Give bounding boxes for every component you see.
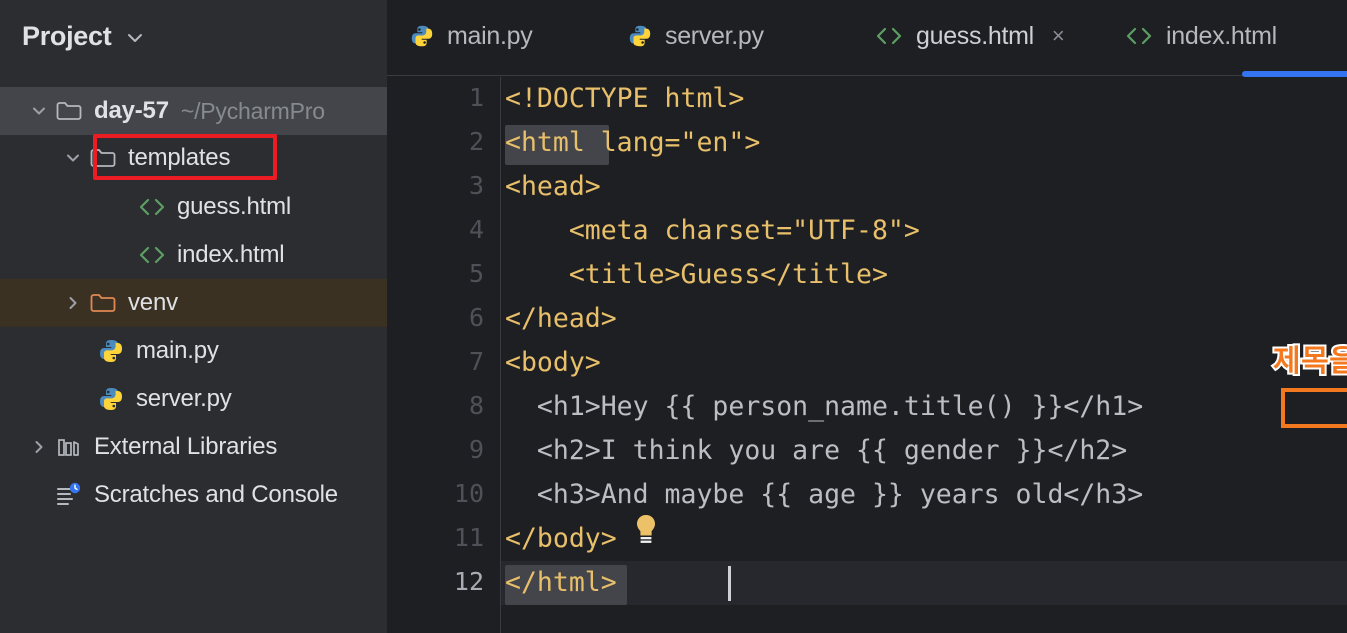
tree-item-main-py[interactable]: main.py <box>0 327 387 375</box>
html-file-icon <box>1124 25 1154 47</box>
line-number: 10 <box>453 479 484 508</box>
code-text: <meta charset="UTF-8"> <box>505 215 920 246</box>
page-title: Project <box>22 20 112 51</box>
line-number: 4 <box>468 215 484 244</box>
tree-item-label: venv <box>128 289 178 316</box>
code-line-9[interactable]: <h2>I think you are {{ gender }}</h2> <box>500 429 1347 473</box>
code-text: <!DOCTYPE html> <box>505 83 745 114</box>
code-text: <h3>And maybe {{ age }} years old</h3> <box>505 479 1144 510</box>
tree-item-label: guess.html <box>177 193 292 220</box>
project-panel-header[interactable]: Project <box>0 0 387 72</box>
code-text: <body> <box>505 347 601 378</box>
korean-annotation-note: 제목을 대문자로 변경 <box>1271 342 1347 381</box>
tab-label: index.html <box>1166 21 1277 50</box>
tree-item-label: main.py <box>136 337 219 364</box>
tree-item-venv[interactable]: venv <box>0 279 387 327</box>
editor-area: main.py server.py guess.html × index.htm… <box>387 0 1347 633</box>
line-number-current: 12 <box>453 567 484 596</box>
line-number-gutter: 1 2 3 4 5 6 7 8 9 10 11 12 <box>387 77 500 633</box>
line-number: 6 <box>468 303 484 332</box>
line-number: 5 <box>468 259 484 288</box>
code-line-11[interactable]: </body> <box>500 517 1347 561</box>
pycharm-window: Project day-57 ~/PycharmPro templates gu… <box>0 0 1347 633</box>
line-number: 2 <box>468 127 484 156</box>
code-line-7[interactable]: <body> <box>500 341 1347 385</box>
python-file-icon <box>94 384 128 414</box>
tree-item-external-libraries[interactable]: External Libraries <box>0 423 387 471</box>
tab-label: guess.html <box>916 21 1034 50</box>
tree-item-scratches-and-consoles[interactable]: Scratches and Console <box>0 471 387 519</box>
chevron-down-icon[interactable] <box>60 145 86 171</box>
code-text: <html lang="en"> <box>505 127 761 158</box>
code-line-10[interactable]: <h3>And maybe {{ age }} years old</h3> <box>500 473 1347 517</box>
python-file-icon <box>627 23 653 49</box>
python-file-icon <box>409 23 435 49</box>
code-line-8[interactable]: <h1>Hey {{ person_name.title() }}</h1> <box>500 385 1347 429</box>
line-number: 3 <box>468 171 484 200</box>
close-icon[interactable]: × <box>1052 25 1065 47</box>
lightbulb-icon[interactable] <box>633 513 659 547</box>
code-line-3[interactable]: <head> <box>500 165 1347 209</box>
code-line-1[interactable]: <!DOCTYPE html> <box>500 77 1347 121</box>
code-text: </html> <box>505 567 617 598</box>
code-line-6[interactable]: </head> <box>500 297 1347 341</box>
chevron-down-icon[interactable] <box>125 28 145 48</box>
python-file-icon <box>94 336 128 366</box>
html-file-icon <box>135 192 169 222</box>
chevron-right-icon[interactable] <box>26 434 52 460</box>
code-text: <title>Guess</title> <box>505 259 888 290</box>
line-number: 8 <box>468 391 484 420</box>
line-number: 9 <box>468 435 484 464</box>
text-caret <box>728 566 731 601</box>
code-text: <h1>Hey {{ person_name.title() }}</h1> <box>505 391 1144 422</box>
tree-item-label: day-57 <box>94 97 169 124</box>
tree-item-server-py[interactable]: server.py <box>0 375 387 423</box>
tree-item-day-57[interactable]: day-57 ~/PycharmPro <box>0 87 387 135</box>
folder-icon <box>52 96 86 126</box>
tab-index-html[interactable]: index.html <box>1124 0 1277 72</box>
code-text: <h2>I think you are {{ gender }}</h2> <box>505 435 1128 466</box>
folder-icon <box>86 143 120 173</box>
tree-item-label: Scratches and Console <box>94 481 338 508</box>
tree-item-index-html[interactable]: index.html <box>0 231 387 279</box>
tree-item-label: External Libraries <box>94 433 278 460</box>
project-sidebar: Project day-57 ~/PycharmPro templates gu… <box>0 0 387 633</box>
code-line-12[interactable]: </html> <box>500 561 1347 605</box>
editor-tab-bar: main.py server.py guess.html × index.htm… <box>387 0 1347 77</box>
tab-guess-html[interactable]: guess.html × <box>874 0 1065 72</box>
libraries-icon <box>52 432 86 462</box>
html-file-icon <box>135 240 169 270</box>
code-line-2[interactable]: <html lang="en"> <box>500 121 1347 165</box>
tree-item-guess-html[interactable]: guess.html <box>0 183 387 231</box>
tree-item-templates[interactable]: templates <box>0 134 387 182</box>
code-line-5[interactable]: <title>Guess</title> <box>500 253 1347 297</box>
tree-item-label: templates <box>128 144 231 171</box>
tab-bar-divider <box>387 75 1347 76</box>
code-line-4[interactable]: <meta charset="UTF-8"> <box>500 209 1347 253</box>
code-text: <head> <box>505 171 601 202</box>
tab-server-py[interactable]: server.py <box>627 0 764 72</box>
tree-item-label: index.html <box>177 241 285 268</box>
code-text: </body> <box>505 523 617 554</box>
tree-item-path: ~/PycharmPro <box>180 97 325 124</box>
tab-label: server.py <box>665 21 764 50</box>
tab-main-py[interactable]: main.py <box>409 0 533 72</box>
code-lines[interactable]: <!DOCTYPE html> <html lang="en"> <head> … <box>500 77 1347 633</box>
folder-excluded-icon <box>86 288 120 318</box>
code-editor[interactable]: 1 2 3 4 5 6 7 8 9 10 11 12 <!DOCTYPE htm… <box>387 77 1347 633</box>
chevron-right-icon[interactable] <box>60 290 86 316</box>
code-text: </head> <box>505 303 617 334</box>
line-number: 7 <box>468 347 484 376</box>
tree-item-label: server.py <box>136 385 232 412</box>
chevron-down-icon[interactable] <box>26 98 52 124</box>
html-file-icon <box>874 25 904 47</box>
line-number: 11 <box>453 523 484 552</box>
scratches-icon <box>52 480 86 510</box>
line-number: 1 <box>468 83 484 112</box>
tab-label: main.py <box>447 21 533 50</box>
